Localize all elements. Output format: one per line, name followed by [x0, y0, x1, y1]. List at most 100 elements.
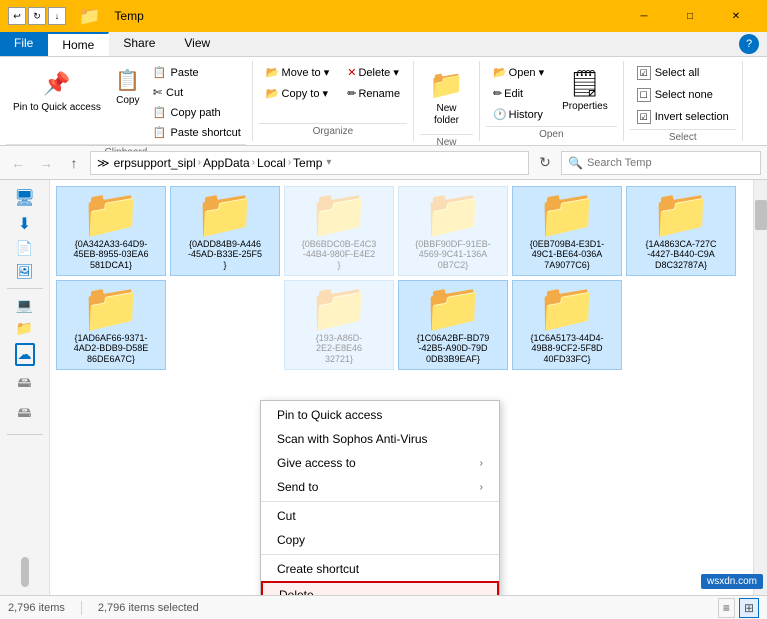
folder-icon-10: 📁	[537, 285, 597, 333]
nav-item-cloud[interactable]: ☁	[15, 343, 35, 366]
select-all-icon: ☑	[637, 66, 651, 80]
ctx-scan-sophos[interactable]: Scan with Sophos Anti-Virus	[261, 427, 499, 451]
history-button[interactable]: 🕐 History	[486, 105, 551, 124]
view-grid-button[interactable]: ⊞	[739, 598, 759, 618]
select-all-button[interactable]: ☑ Select all	[630, 63, 736, 83]
folder-item-3[interactable]: 📁 {0BBF90DF-91EB-4569-9C41-136A0B7C2}	[398, 186, 508, 276]
nav-divider-1	[7, 288, 43, 289]
open-button[interactable]: 📂 Open ▾	[486, 63, 551, 82]
folder-label-5: {1A4863CA-727C-4427-B440-C9AD8C32787A}	[645, 239, 716, 271]
nav-item-downloads[interactable]: ⬇	[18, 214, 31, 234]
search-icon: 🔍	[568, 156, 583, 170]
window-controls: ─ □ ✕	[621, 0, 759, 32]
ctx-create-shortcut[interactable]: Create shortcut	[261, 557, 499, 581]
left-scrollbar-thumb[interactable]	[21, 557, 29, 587]
invert-selection-button[interactable]: ☑ Invert selection	[630, 107, 736, 127]
ctx-pin-quick-access[interactable]: Pin to Quick access	[261, 403, 499, 427]
paste-button[interactable]: 📋 Paste	[148, 63, 246, 82]
pin-to-quick-access-button[interactable]: 📌 Pin to Quick access	[6, 63, 108, 119]
cut-button[interactable]: ✄ Cut	[148, 83, 246, 102]
nav-item-docs[interactable]: 📄	[16, 240, 33, 257]
tab-view[interactable]: View	[170, 32, 225, 56]
tab-file[interactable]: File	[0, 32, 48, 56]
pin-icon: 📌	[41, 68, 73, 100]
tab-home[interactable]: Home	[48, 32, 109, 56]
open-icon: 📂	[493, 66, 507, 79]
qa-btn-2[interactable]: ↻	[28, 7, 46, 25]
move-to-icon: 📂	[266, 66, 280, 79]
folder-item-8[interactable]: 📁 {193-A86D-2E2-E8E4632721}	[284, 280, 394, 370]
address-path[interactable]: ≫ erpsupport_sipl › AppData › Local › Te…	[90, 151, 529, 175]
folder-item-6[interactable]: 📁 {1AD6AF66-9371-4AD2-BDB9-D58E86DE6A7C}	[56, 280, 166, 370]
qa-btn-3[interactable]: ↓	[48, 7, 66, 25]
nav-item-pics[interactable]: 🖼	[16, 263, 34, 280]
select-none-button[interactable]: ☐ Select none	[630, 85, 736, 105]
delete-icon: ✕	[347, 66, 356, 79]
copy-button[interactable]: 📋 Copy	[110, 63, 146, 111]
forward-button[interactable]: →	[34, 151, 58, 175]
title-bar: ↩ ↻ ↓ 📁 Temp ─ □ ✕	[0, 0, 767, 32]
ctx-copy[interactable]: Copy	[261, 528, 499, 552]
folder-item-2[interactable]: 📁 {0B6BDC0B-E4C3-44B4-980F-E4E2}	[284, 186, 394, 276]
rename-button[interactable]: ✏ Rename	[340, 84, 407, 103]
move-to-button[interactable]: 📂 Move to ▾	[259, 63, 336, 82]
paste-icon: 📋	[153, 66, 167, 79]
path-dropdown[interactable]: ▾	[326, 157, 331, 168]
ctx-send-to-arrow: ›	[480, 482, 483, 493]
maximize-button[interactable]: □	[667, 0, 713, 32]
copy-path-button[interactable]: 📋 Copy path	[148, 103, 246, 122]
path-segment-appdata[interactable]: AppData	[203, 156, 250, 170]
refresh-button[interactable]: ↻	[533, 151, 557, 175]
delete-button[interactable]: ✕ Delete ▾	[340, 63, 407, 82]
path-segment-temp[interactable]: Temp	[293, 156, 322, 170]
nav-item-1[interactable]: 💻	[16, 297, 33, 314]
copy-to-button[interactable]: 📂 Copy to ▾	[259, 84, 336, 103]
new-folder-button[interactable]: 📁 Newfolder	[420, 63, 473, 132]
tab-share[interactable]: Share	[109, 32, 170, 56]
search-input[interactable]	[587, 157, 754, 169]
path-segment-0[interactable]: ≫	[97, 156, 110, 170]
folder-item-4[interactable]: 📁 {0EB709B4-E3D1-49C1-BE64-036A7A9077C6}	[512, 186, 622, 276]
paste-shortcut-button[interactable]: 📋 Paste shortcut	[148, 123, 246, 142]
folder-item-10[interactable]: 📁 {1C6A5173-44D4-49B8-9CF2-5F8D40FD33FC}	[512, 280, 622, 370]
folder-icon-5: 📁	[651, 191, 711, 239]
copy-icon: 📋	[115, 68, 140, 93]
nav-item-4[interactable]: 🖴	[17, 402, 31, 426]
open-label: Open	[486, 126, 617, 142]
folder-item-9[interactable]: 📁 {1C06A2BF-BD79-42B5-A90D-79D0DB3B9EAF}	[398, 280, 508, 370]
minimize-button[interactable]: ─	[621, 0, 667, 32]
edit-button[interactable]: ✏ Edit	[486, 84, 551, 103]
quick-access-toolbar: ↩ ↻ ↓	[8, 7, 66, 25]
search-box: 🔍	[561, 151, 761, 175]
folder-icon-8: 📁	[309, 285, 369, 333]
ctx-send-to[interactable]: Send to ›	[261, 475, 499, 499]
address-bar: ← → ↑ ≫ erpsupport_sipl › AppData › Loca…	[0, 146, 767, 180]
ctx-cut[interactable]: Cut	[261, 504, 499, 528]
new-group: 📁 Newfolder New	[414, 61, 480, 141]
properties-button[interactable]: 🗒 Properties	[553, 63, 617, 117]
right-scrollbar[interactable]	[753, 180, 767, 595]
folder-item-1[interactable]: 📁 {0ADD84B9-A446-45AD-B33E-25F5}	[170, 186, 280, 276]
path-segment-local[interactable]: Local	[257, 156, 286, 170]
nav-item-2[interactable]: 📁	[16, 320, 33, 337]
up-button[interactable]: ↑	[62, 151, 86, 175]
clipboard-group: 📌 Pin to Quick access 📋 Copy 📋 Paste	[0, 61, 253, 141]
back-button[interactable]: ←	[6, 151, 30, 175]
folder-item-0[interactable]: 📁 {0A342A33-64D9-45EB-8955-03EA6581DCA1}	[56, 186, 166, 276]
file-grid: 📁 {0A342A33-64D9-45EB-8955-03EA6581DCA1}…	[50, 180, 767, 376]
right-scrollbar-thumb[interactable]	[755, 200, 767, 230]
view-details-button[interactable]: ≡	[718, 598, 735, 618]
folder-label-6: {1AD6AF66-9371-4AD2-BDB9-D58E86DE6A7C}	[74, 333, 149, 365]
file-area: 📁 {0A342A33-64D9-45EB-8955-03EA6581DCA1}…	[50, 180, 767, 595]
nav-item-3[interactable]: 🖴	[17, 372, 31, 396]
path-segment-user[interactable]: erpsupport_sipl	[114, 156, 196, 170]
close-button[interactable]: ✕	[713, 0, 759, 32]
help-button[interactable]: ?	[739, 34, 759, 54]
ctx-give-access[interactable]: Give access to ›	[261, 451, 499, 475]
folder-item-5[interactable]: 📁 {1A4863CA-727C-4427-B440-C9AD8C32787A}	[626, 186, 736, 276]
nav-divider-2	[7, 434, 43, 435]
organize-label: Organize	[259, 123, 407, 139]
qa-btn-1[interactable]: ↩	[8, 7, 26, 25]
folder-icon-0: 📁	[81, 191, 141, 239]
nav-item-desktop[interactable]: 🖥	[14, 188, 34, 208]
